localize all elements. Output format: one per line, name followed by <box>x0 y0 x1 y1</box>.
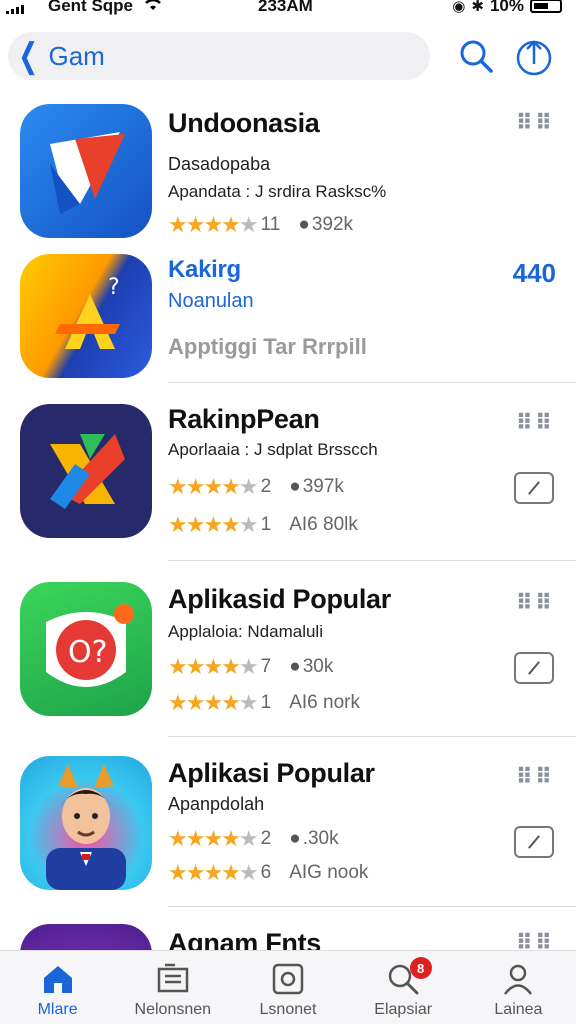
share-icon[interactable] <box>514 36 554 76</box>
person-icon <box>504 964 533 995</box>
edit-button[interactable] <box>514 652 554 684</box>
more-options-icon[interactable]: ⠿⠿ <box>516 764 554 790</box>
back-label[interactable]: Gam <box>49 41 105 72</box>
star-rating-icon: ★★★★★ <box>168 826 259 851</box>
star-rating-icon: ★★★★★ <box>168 512 259 537</box>
carrier-name: Gent Sqpe <box>48 0 134 15</box>
apple-icon: ● <box>298 214 310 235</box>
star-rating-icon: ★★★★★ <box>168 654 259 679</box>
more-options-icon[interactable]: ⠿⠿ <box>516 110 554 136</box>
chevron-left-icon[interactable]: ❮ <box>18 39 38 73</box>
notification-badge: 8 <box>409 957 432 979</box>
signal-icon <box>6 4 24 14</box>
divider <box>168 560 576 561</box>
divider <box>168 382 576 383</box>
app-title[interactable]: RakinpPean <box>168 404 320 435</box>
price-button[interactable]: 440 <box>513 258 556 289</box>
app-title[interactable]: Agnam Fnts <box>168 928 321 950</box>
wifi-icon <box>142 0 164 17</box>
star-rating-icon: ★★★★★ <box>168 860 259 885</box>
app-subtitle: Dasadopaba <box>168 154 271 174</box>
app-description: Apptiggi Tar Rrrpill <box>168 334 367 359</box>
app-subtitle: Noanulan <box>168 290 254 312</box>
svg-text:?: ? <box>108 275 120 300</box>
list-item[interactable]: Agnam Fnts ⠿⠿ <box>0 924 576 950</box>
status-bar: Gent Sqpe 233AM ◉ ✱ 10% <box>0 0 576 22</box>
divider <box>168 736 576 737</box>
more-options-icon[interactable]: ⠿⠿ <box>516 410 554 436</box>
home-icon <box>43 966 72 993</box>
app-rating-secondary: ★★★★★ 6 AIG nook <box>168 860 369 885</box>
star-rating-icon: ★★★★★ <box>168 690 259 715</box>
app-subtitle: Apanpdolah <box>168 794 265 814</box>
app-subtitle: Applaloia: Ndamaluli <box>168 622 323 641</box>
battery-icon <box>530 0 562 13</box>
tab-account[interactable]: Lainea <box>461 951 576 1024</box>
edit-button[interactable] <box>514 826 554 858</box>
edit-button[interactable] <box>514 472 554 504</box>
tab-label: Mlare <box>37 1001 78 1018</box>
apple-icon: ● <box>289 828 301 849</box>
back-search-field[interactable]: ❮ Gam <box>8 32 430 80</box>
tab-home[interactable]: Mlare <box>0 951 115 1024</box>
tab-label: Lainea <box>494 1001 543 1018</box>
svg-text:O?: O? <box>68 635 108 670</box>
app-icon[interactable]: ? <box>20 254 152 378</box>
divider <box>168 906 576 907</box>
app-rating: ★★★★★ 2 ● 397k <box>168 474 344 499</box>
location-icon: ◉ <box>452 0 466 15</box>
app-icon[interactable] <box>20 104 152 238</box>
battery-percent: 10% <box>489 0 524 15</box>
navigation-bar: ❮ Gam <box>0 30 576 82</box>
more-options-icon[interactable]: ⠿⠿ <box>516 930 554 950</box>
app-rating: ★★★★★ 7 ● 30k <box>168 654 334 679</box>
bluetooth-icon: ✱ <box>471 0 484 15</box>
app-icon[interactable]: O? <box>20 582 152 716</box>
app-title[interactable]: Kakirg <box>168 256 241 284</box>
apple-icon: ● <box>289 476 301 497</box>
app-icon[interactable] <box>20 924 152 950</box>
list-icon <box>157 963 189 993</box>
app-rating: ★★★★★ 11 ● 392k <box>168 212 354 237</box>
app-rating-secondary: ★★★★★ 1 AI6 nork <box>168 690 360 715</box>
clock: 233AM <box>258 0 313 15</box>
tab-bar: Mlare Nelonsnen Lsnonet 8 Elapsiar Laine… <box>0 950 576 1024</box>
app-icon[interactable] <box>20 756 152 890</box>
app-description: Apandata : J srdira Rasksc% <box>168 182 387 201</box>
star-rating-icon: ★★★★★ <box>168 474 259 499</box>
app-title[interactable]: Aplikasi Popular <box>168 758 375 789</box>
tab-arcade[interactable]: Lsnonet <box>230 951 345 1024</box>
tab-label: Lsnonet <box>259 1001 317 1018</box>
tab-label: Elapsiar <box>374 1001 433 1018</box>
app-title[interactable]: Aplikasid Popular <box>168 584 391 615</box>
window-icon <box>272 963 304 995</box>
app-subtitle: Aporlaaia : J sdplat Brsscch <box>168 440 378 459</box>
apple-icon: ● <box>289 656 301 677</box>
app-icon[interactable] <box>20 404 152 538</box>
app-title[interactable]: Undoonasia <box>168 108 320 139</box>
search-icon[interactable] <box>456 36 496 76</box>
tab-search[interactable]: 8 Elapsiar <box>346 951 461 1024</box>
star-rating-icon: ★★★★★ <box>168 212 259 237</box>
app-rating: ★★★★★ 2 ● .30k <box>168 826 339 851</box>
app-rating-secondary: ★★★★★ 1 AI6 80lk <box>168 512 358 537</box>
tab-updates[interactable]: Nelonsnen <box>115 951 230 1024</box>
more-options-icon[interactable]: ⠿⠿ <box>516 590 554 616</box>
tab-label: Nelonsnen <box>134 1001 212 1018</box>
